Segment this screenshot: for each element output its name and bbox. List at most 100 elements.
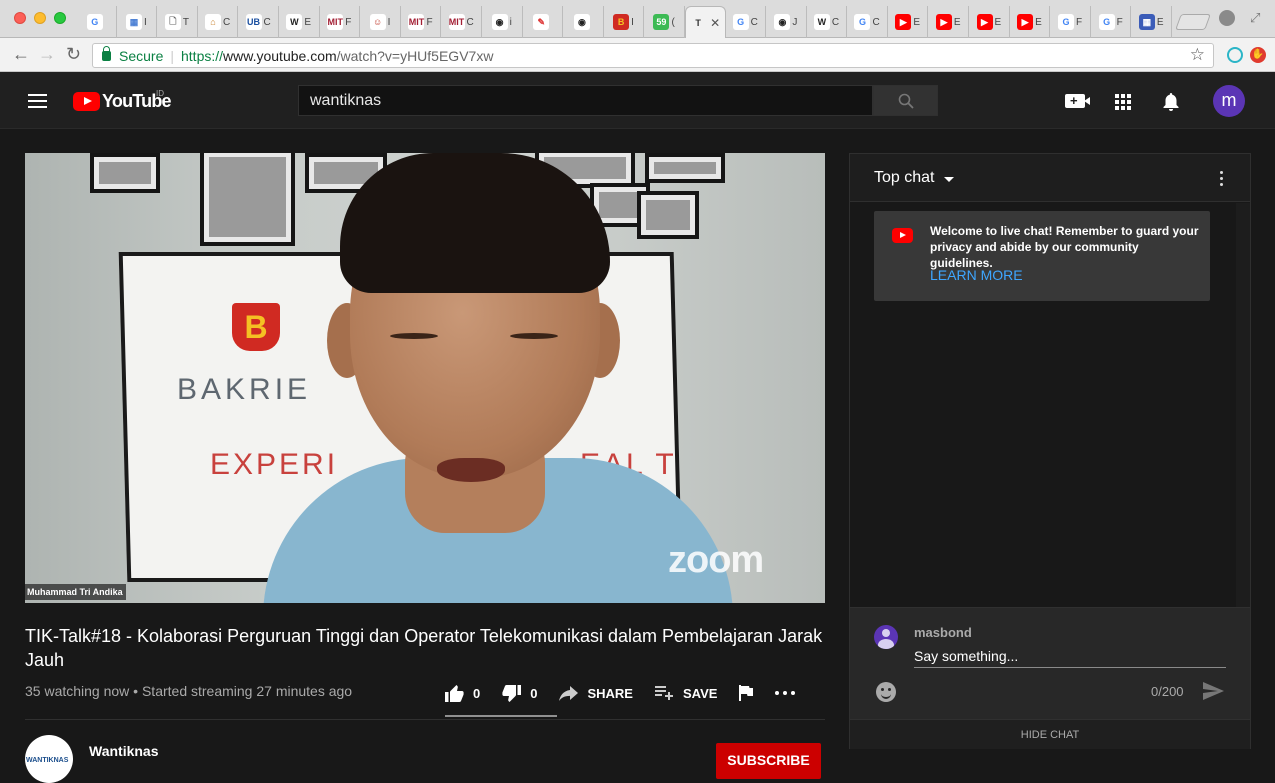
url-scheme: https://	[181, 47, 224, 64]
browser-tab[interactable]: ◉ J	[766, 6, 807, 38]
browser-tab[interactable]: 59(	[644, 6, 685, 38]
browser-tab[interactable]: MIT F	[401, 6, 442, 38]
save-button[interactable]: SAVE	[654, 686, 717, 701]
wall-photo-frame	[90, 153, 160, 193]
search-button[interactable]	[873, 85, 938, 116]
forward-icon[interactable]: →	[38, 45, 56, 63]
tab-title: C	[263, 16, 271, 28]
browser-tab[interactable]: ✎	[523, 6, 564, 38]
tab-favicon-icon: MIT	[408, 14, 425, 30]
browser-tab[interactable]: BI	[604, 6, 645, 38]
thumbs-up-icon	[445, 684, 464, 702]
extension-stop-icon[interactable]: ✋	[1250, 47, 1266, 63]
tab-favicon-icon: ⌂	[204, 14, 221, 30]
browser-tab[interactable]: ▦ E	[1131, 6, 1173, 38]
tab-title: T	[182, 16, 190, 28]
menu-icon[interactable]	[28, 94, 47, 108]
chat-username: masbond	[914, 625, 972, 640]
hide-chat-button[interactable]: HIDE CHAT	[850, 719, 1250, 749]
tab-favicon-icon: W	[813, 14, 830, 30]
extension-icon[interactable]	[1227, 47, 1243, 63]
tab-close-icon[interactable]: ✕	[710, 16, 720, 30]
tab-favicon-icon: ▦	[126, 14, 142, 30]
tab-title: i	[509, 16, 512, 28]
browser-tab[interactable]: GC	[847, 6, 888, 38]
browser-tab[interactable]: ▶ E	[1010, 6, 1051, 38]
emoji-icon[interactable]	[876, 682, 896, 702]
share-label: SHARE	[587, 685, 633, 701]
browser-tab[interactable]: 🗋 T	[157, 6, 198, 38]
browser-tab[interactable]: MIT C	[441, 6, 482, 38]
browser-tab[interactable]: MIT F	[320, 6, 361, 38]
reload-icon[interactable]: ↻	[66, 45, 81, 63]
window-minimize-button[interactable]	[34, 12, 46, 24]
send-icon[interactable]	[1203, 682, 1224, 700]
browser-profile-icon[interactable]	[1219, 10, 1235, 26]
new-tab-button[interactable]	[1175, 14, 1211, 30]
back-icon[interactable]: ←	[12, 45, 30, 63]
browser-tab[interactable]: WC	[807, 6, 848, 38]
subscribe-button[interactable]: SUBSCRIBE	[716, 743, 821, 779]
account-avatar[interactable]: m	[1213, 85, 1245, 117]
browser-tab[interactable]: ▶ E	[969, 6, 1010, 38]
tab-title: (	[671, 16, 675, 28]
dislike-button[interactable]: 0	[502, 684, 537, 702]
view-info: 35 watching now • Started streaming 27 m…	[25, 683, 353, 699]
more-vertical-icon[interactable]	[1220, 171, 1224, 189]
channel-avatar[interactable]: WANTIKNAS	[25, 735, 73, 783]
browser-tab[interactable]: GF	[1091, 6, 1132, 38]
browser-tab[interactable]: ▶ E	[928, 6, 970, 38]
bookmark-star-icon[interactable]: ☆	[1190, 45, 1205, 65]
window-close-button[interactable]	[14, 12, 26, 24]
tab-title: E	[994, 16, 1002, 28]
channel-name[interactable]: Wantiknas	[89, 743, 159, 759]
browser-tab[interactable]: ◉	[563, 6, 604, 38]
notifications-bell-icon[interactable]	[1162, 92, 1180, 112]
welcome-banner: Welcome to live chat! Remember to guard …	[874, 211, 1210, 301]
more-actions-button[interactable]	[775, 691, 796, 695]
chat-mode-selector[interactable]: Top chat	[874, 169, 934, 187]
chat-message-input[interactable]: Say something...	[914, 646, 1226, 668]
browser-tab[interactable]: ☺ I	[360, 6, 401, 38]
search-input[interactable]: wantiknas	[298, 85, 873, 116]
video-player[interactable]: B BAKRIE EXPERI EAL T zoom Muhammad Tri …	[25, 153, 825, 603]
presenter-hair	[340, 153, 610, 293]
chevron-down-icon[interactable]	[944, 177, 954, 182]
browser-tab[interactable]: G	[76, 6, 117, 38]
url-field[interactable]: Secure | https:// www.youtube.com /watch…	[92, 43, 1214, 68]
browser-tab[interactable]: UB C	[238, 6, 279, 38]
browser-tab[interactable]: GF	[1050, 6, 1091, 38]
browser-tab[interactable]: T ✕	[684, 6, 726, 38]
tab-favicon-icon: ✎	[533, 14, 550, 30]
like-button[interactable]: 0	[445, 684, 480, 702]
apps-grid-icon[interactable]	[1115, 94, 1131, 110]
browser-tab[interactable]: ▦ I	[117, 6, 158, 38]
chat-scrollbar[interactable]	[1236, 203, 1250, 607]
browser-tab[interactable]: ⌂ C	[198, 6, 239, 38]
share-button[interactable]: SHARE	[559, 685, 633, 701]
learn-more-link[interactable]: LEARN MORE	[930, 267, 1023, 283]
browser-tab[interactable]: ▶ E	[888, 6, 929, 38]
tab-favicon-icon: ▶	[1017, 14, 1034, 30]
create-video-icon[interactable]: +	[1065, 94, 1090, 108]
tab-favicon-icon: UB	[245, 14, 262, 30]
presenter-figure	[175, 153, 733, 603]
character-count: 0/200	[1151, 684, 1184, 699]
youtube-logo[interactable]: YouTube ID	[73, 89, 172, 112]
tab-title: E	[913, 16, 920, 28]
chat-messages: Welcome to live chat! Remember to guard …	[850, 203, 1236, 607]
browser-tab[interactable]: GC	[726, 6, 767, 38]
browser-tab[interactable]: WE	[279, 6, 320, 38]
welcome-text: Welcome to live chat! Remember to guard …	[930, 224, 1199, 270]
fullscreen-icon[interactable]: ⤢	[1250, 10, 1260, 26]
tab-title: E	[1035, 16, 1042, 28]
presenter-eye	[390, 333, 438, 339]
tab-favicon-icon: T	[690, 14, 707, 31]
window-zoom-button[interactable]	[54, 12, 66, 24]
share-arrow-icon	[559, 685, 579, 701]
browser-tab[interactable]: ◉ i	[482, 6, 523, 38]
tab-title: I	[144, 16, 147, 28]
thumbs-down-icon	[502, 684, 522, 702]
report-button[interactable]	[739, 685, 754, 701]
browser-tabs: G ▦ I 🗋 T ⌂ C UB C W E MIT F ☺ I MIT F MIT C ◉ i ✎ ◉ B I 59(T ✕ G C ◉…	[76, 6, 1173, 38]
